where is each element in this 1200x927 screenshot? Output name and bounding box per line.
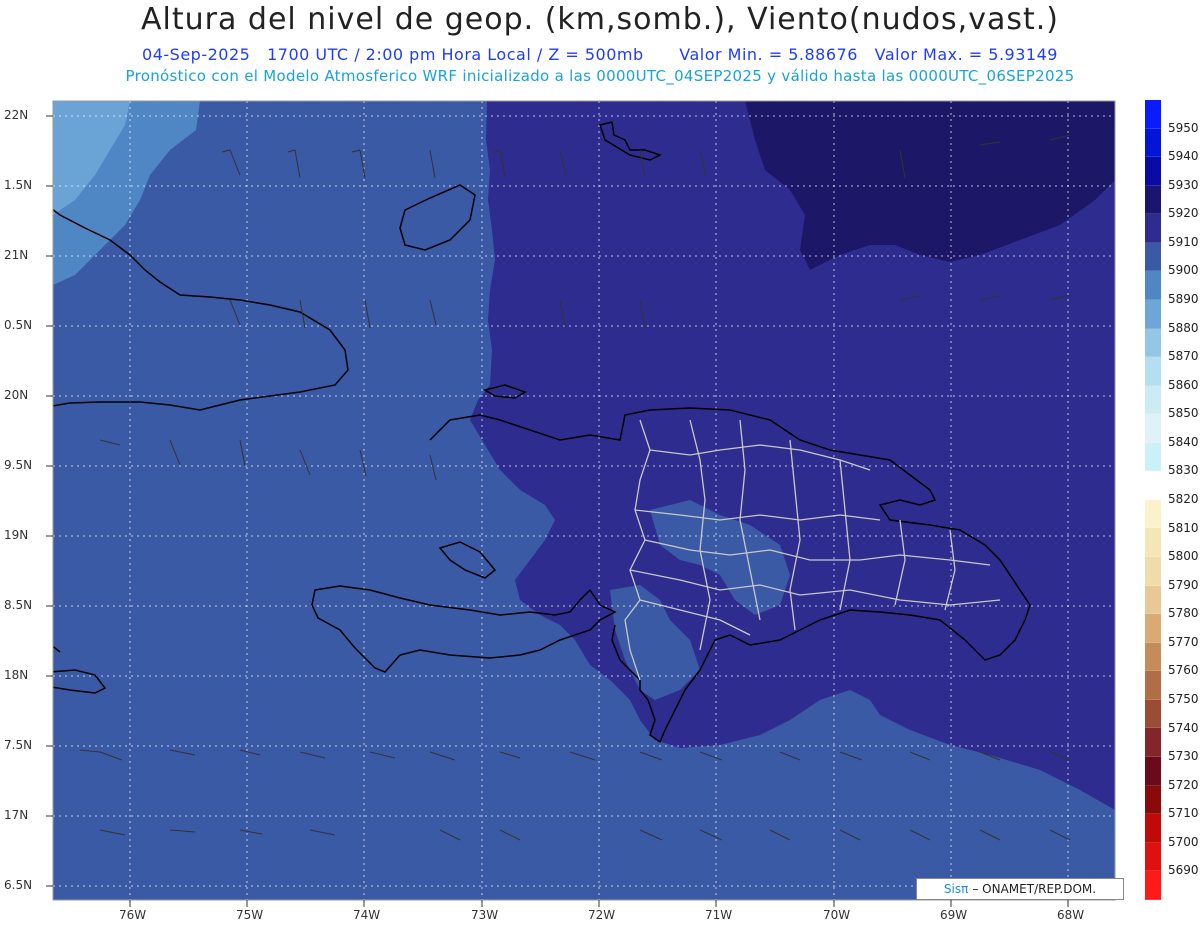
colorbar-label: 5810: [1168, 520, 1199, 535]
colorbar-swatch: [1145, 614, 1161, 643]
lon-label: 71W: [705, 908, 733, 922]
lat-label: 1.5N: [4, 178, 33, 192]
colorbar-label: 5870: [1168, 349, 1199, 364]
colorbar-swatch: [1145, 557, 1161, 586]
colorbar-label: 5760: [1168, 663, 1199, 678]
colorbar-label: 5720: [1168, 777, 1199, 792]
colorbar-swatch: [1145, 242, 1161, 272]
colorbar-label: 5690: [1168, 863, 1199, 878]
lat-label: 0.5N: [4, 318, 33, 332]
colorbar-label: 5770: [1168, 634, 1199, 649]
credit-org: – ONAMET/REP.DOM.: [972, 882, 1097, 896]
colorbar-label: 5920: [1168, 206, 1199, 221]
colorbar-label: 5700: [1168, 834, 1199, 849]
lat-label: 17N: [4, 808, 29, 822]
colorbar-swatch: [1145, 414, 1161, 443]
colorbar-label: 5900: [1168, 263, 1199, 278]
colorbar-swatch: [1145, 185, 1161, 215]
lon-label: 70W: [823, 908, 851, 922]
colorbar-label: 5860: [1168, 377, 1199, 392]
lat-label: 7.5N: [4, 738, 33, 752]
colorbar-label: 5780: [1168, 606, 1199, 621]
lon-label: 74W: [353, 908, 381, 922]
colorbar-swatch: [1145, 471, 1161, 500]
colorbar-label: 5880: [1168, 320, 1199, 335]
lat-label: 20N: [4, 388, 29, 402]
lat-label: 21N: [4, 248, 29, 262]
lon-label: 72W: [588, 908, 616, 922]
colorbar-swatch: [1145, 756, 1161, 786]
colorbar-swatch: [1145, 642, 1161, 672]
colorbar-label: 5710: [1168, 806, 1199, 821]
colorbar-swatch: [1145, 528, 1161, 557]
colorbar-label: 5790: [1168, 577, 1199, 592]
lon-label: 75W: [236, 908, 264, 922]
lon-label: 69W: [940, 908, 968, 922]
colorbar-swatch: [1145, 128, 1161, 158]
colorbar: [1145, 100, 1161, 900]
colorbar-swatch: [1145, 728, 1161, 757]
colorbar-swatch: [1145, 442, 1161, 472]
lon-label: 73W: [471, 908, 499, 922]
colorbar-label: 5730: [1168, 749, 1199, 764]
colorbar-label: 5950: [1168, 120, 1199, 135]
lon-label: 68W: [1057, 908, 1085, 922]
colorbar-swatch: [1145, 814, 1161, 843]
colorbar-swatch: [1145, 357, 1161, 386]
lat-label: 6.5N: [4, 878, 33, 892]
colorbar-label: 5840: [1168, 434, 1199, 449]
colorbar-label: 5820: [1168, 492, 1199, 506]
colorbar-swatch: [1145, 871, 1161, 900]
lat-label: 19N: [4, 528, 29, 542]
colorbar-label: 5850: [1168, 406, 1199, 421]
colorbar-swatch: [1145, 100, 1161, 129]
credit-box: Sisπ – ONAMET/REP.DOM.: [916, 878, 1124, 900]
lat-label: 18N: [4, 668, 29, 682]
colorbar-swatch: [1145, 499, 1161, 529]
lat-label: 9.5N: [4, 458, 33, 472]
lon-label: 76W: [119, 908, 147, 922]
colorbar-label: 5750: [1168, 692, 1199, 706]
colorbar-swatch: [1145, 157, 1161, 186]
sispi-logo: Sisπ: [943, 882, 969, 896]
colorbar-swatch: [1145, 299, 1161, 329]
lat-label: 22N: [4, 108, 29, 122]
colorbar-label: 5740: [1168, 720, 1199, 735]
colorbar-swatch: [1145, 271, 1161, 300]
colorbar-swatch: [1145, 214, 1161, 243]
colorbar-swatch: [1145, 385, 1161, 415]
geopotential-map: [46, 100, 1116, 907]
colorbar-swatch: [1145, 328, 1161, 358]
colorbar-label: 5940: [1168, 149, 1199, 164]
colorbar-label: 5930: [1168, 177, 1199, 192]
colorbar-swatch: [1145, 785, 1161, 815]
colorbar-swatch: [1145, 699, 1161, 729]
colorbar-label: 5830: [1168, 463, 1199, 478]
colorbar-swatch: [1145, 585, 1161, 615]
colorbar-label: 5910: [1168, 234, 1199, 249]
colorbar-label: 5890: [1168, 292, 1199, 306]
colorbar-swatch: [1145, 671, 1161, 700]
lat-label: 8.5N: [4, 598, 33, 612]
colorbar-swatch: [1145, 842, 1161, 872]
colorbar-label: 5800: [1168, 549, 1199, 564]
